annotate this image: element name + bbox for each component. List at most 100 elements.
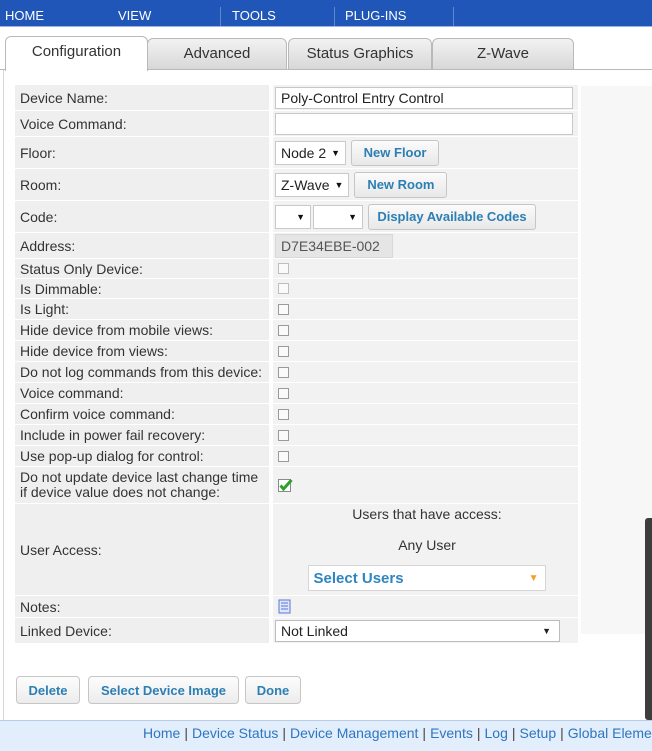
room-label: Room: xyxy=(15,169,271,200)
no-update-label: Do not update device last change time if… xyxy=(15,467,271,503)
tab-z-wave[interactable]: Z-Wave xyxy=(432,38,574,70)
menu-divider xyxy=(220,7,221,26)
linked-device-select[interactable]: Not Linked ▼ xyxy=(275,619,560,642)
menu-home[interactable]: HOME xyxy=(5,9,44,23)
room-select[interactable]: Z-Wave ▼ xyxy=(275,172,350,197)
checkbox-row: Use pop-up dialog for control: xyxy=(15,446,578,467)
checkbox[interactable] xyxy=(278,450,289,462)
linked-device-selected: Not Linked xyxy=(281,622,348,639)
user-access-label: User Access: xyxy=(15,504,271,595)
checkbox-row: Hide device from mobile views: xyxy=(15,320,578,341)
address-field: D7E34EBE-002 xyxy=(275,233,393,258)
chevron-down-icon: ▼ xyxy=(528,572,539,584)
new-room-button[interactable]: New Room xyxy=(354,171,448,198)
checkbox-row: Status Only Device: xyxy=(15,259,578,279)
checkbox[interactable] xyxy=(278,303,289,315)
checkbox[interactable] xyxy=(278,366,289,378)
footer-separator: | xyxy=(511,725,516,741)
notes-icon[interactable] xyxy=(277,599,292,614)
select-users-dropdown[interactable]: Select Users ▼ xyxy=(307,565,546,591)
users-access-list: Any User xyxy=(398,537,456,553)
checkbox-row: Confirm voice command: xyxy=(15,404,578,425)
floor-select[interactable]: Node 2 ▼ xyxy=(275,140,347,165)
footer-link[interactable]: Home xyxy=(143,725,180,741)
menu-plugins[interactable]: PLUG-INS xyxy=(345,9,406,23)
menu-view[interactable]: VIEW xyxy=(118,9,151,23)
checkbox-row: Do not log commands from this device: xyxy=(15,362,578,383)
tab-advanced[interactable]: Advanced xyxy=(147,38,287,70)
row-floor: Floor: Node 2 ▼ New Floor xyxy=(15,137,578,169)
device-name-label: Device Name: xyxy=(15,85,271,110)
checkbox-label: Hide device from views: xyxy=(15,341,271,361)
chevron-down-icon: ▼ xyxy=(331,147,341,158)
checkbox xyxy=(278,283,289,294)
menu-tools[interactable]: TOOLS xyxy=(232,9,276,23)
footer-separator: | xyxy=(282,725,287,741)
select-users-label: Select Users xyxy=(313,569,404,587)
footer-separator: | xyxy=(560,725,564,741)
new-floor-button[interactable]: New Floor xyxy=(351,139,440,166)
voice-command-label: Voice Command: xyxy=(15,111,271,136)
footer-link[interactable]: Device Management xyxy=(290,725,418,741)
checkbox[interactable] xyxy=(278,429,289,441)
right-panel xyxy=(581,86,652,634)
checkbox-row: Hide device from views: xyxy=(15,341,578,362)
no-update-label-line1: Do not update device last change time xyxy=(20,469,259,485)
tab-status-graphics[interactable]: Status Graphics xyxy=(288,38,432,70)
footer-link[interactable]: Device Status xyxy=(192,725,278,741)
checkbox-row: Voice command: xyxy=(15,383,578,404)
no-update-label-line2: if device value does not change: xyxy=(20,484,221,500)
checkbox-label: Is Dimmable: xyxy=(15,279,271,298)
checkbox-row: Is Light: xyxy=(15,299,578,320)
checkbox-label: Include in power fail recovery: xyxy=(15,425,271,445)
footer-link[interactable]: Events xyxy=(430,725,473,741)
row-user-access: User Access: Users that have access: Any… xyxy=(15,504,578,596)
checked-checkbox[interactable] xyxy=(278,478,293,493)
top-menu-bar: HOME VIEW TOOLS PLUG-INS xyxy=(0,0,652,27)
checkbox[interactable] xyxy=(278,324,289,336)
footer-link[interactable]: Log xyxy=(485,725,508,741)
device-config-form: Device Name: Poly-Control Entry Control … xyxy=(15,85,578,644)
checkbox-row: Is Dimmable: xyxy=(15,279,578,299)
select-device-image-button[interactable]: Select Device Image xyxy=(88,676,239,704)
tab-bar: Configuration Advanced Status Graphics Z… xyxy=(0,34,652,71)
footer-separator: | xyxy=(422,725,427,741)
done-button[interactable]: Done xyxy=(245,676,301,704)
checkbox-label: Hide device from mobile views: xyxy=(15,320,271,340)
footer-link[interactable]: Setup xyxy=(520,725,557,741)
delete-button[interactable]: Delete xyxy=(16,676,80,704)
floor-selected: Node 2 xyxy=(281,144,327,161)
chevron-down-icon: ▼ xyxy=(542,625,551,636)
code-label: Code: xyxy=(15,201,271,232)
menu-divider xyxy=(453,7,454,26)
checkbox xyxy=(278,263,289,274)
room-selected: Z-Wave xyxy=(281,176,330,193)
floor-label: Floor: xyxy=(15,137,271,168)
scrollbar-thumb[interactable] xyxy=(645,518,652,720)
code-select-1[interactable]: ▼ xyxy=(275,204,311,229)
checkbox-label: Is Light: xyxy=(15,299,271,319)
row-code: Code: ▼ ▼ Display Available Codes xyxy=(15,201,578,233)
device-name-value: Poly-Control Entry Control xyxy=(281,89,444,106)
display-available-codes-button[interactable]: Display Available Codes xyxy=(368,203,536,230)
row-linked-device: Linked Device: Not Linked ▼ xyxy=(15,618,578,644)
checkbox[interactable] xyxy=(278,345,289,357)
checkbox-row: Include in power fail recovery: xyxy=(15,425,578,446)
checkbox[interactable] xyxy=(278,387,289,399)
device-name-input[interactable]: Poly-Control Entry Control xyxy=(275,86,573,109)
voice-command-input[interactable] xyxy=(275,112,573,135)
chevron-down-icon: ▼ xyxy=(348,211,357,222)
checkbox-label: Use pop-up dialog for control: xyxy=(15,446,271,466)
footer-separator: | xyxy=(184,725,188,741)
checkbox-label: Confirm voice command: xyxy=(15,404,271,424)
tab-configuration[interactable]: Configuration xyxy=(5,36,148,71)
footer-link[interactable]: Global Elements xyxy=(568,725,652,741)
checkbox-label: Status Only Device: xyxy=(15,259,271,278)
footer-nav: Home | Device Status | Device Management | Eve… xyxy=(0,720,652,751)
checkbox-label: Do not log commands from this device: xyxy=(15,362,271,382)
address-label: Address: xyxy=(15,233,271,258)
code-select-2[interactable]: ▼ xyxy=(313,204,363,229)
row-address: Address: D7E34EBE-002 xyxy=(15,233,578,259)
checkbox[interactable] xyxy=(278,408,289,420)
chevron-down-icon: ▼ xyxy=(334,179,344,190)
